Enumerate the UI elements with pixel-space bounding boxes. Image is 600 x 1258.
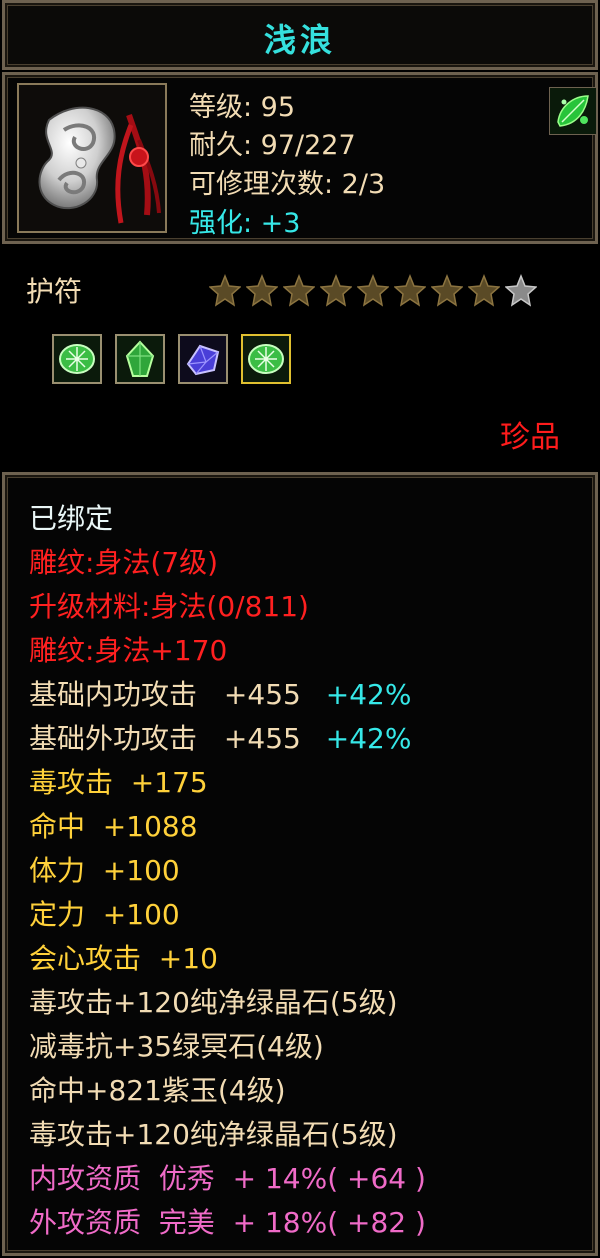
focus-line: 定力 +100 — [29, 898, 180, 931]
base-outer-attack-label: 基础外功攻击 — [29, 722, 198, 755]
filled-star-icon — [282, 273, 316, 308]
bound-status: 已绑定 — [29, 502, 114, 535]
stamina-line: 体力 +100 — [29, 854, 180, 887]
gem-bonus-line-1: 毒攻击+120纯净绿晶石(5级) — [29, 986, 398, 1019]
filled-star-icon — [245, 273, 279, 308]
outer-aptitude-line: 外攻资质 完美 + 18%( +82 ) — [29, 1206, 426, 1239]
purple-jade-gem-icon — [180, 336, 226, 382]
base-outer-attack-line: 基础外功攻击 +455 +42% — [29, 723, 411, 755]
item-name: 浅浪 — [263, 21, 336, 59]
filled-star-icon — [467, 273, 501, 308]
item-durability: 耐久: 97/227 — [189, 130, 356, 161]
attributes-panel: 已绑定 雕纹:身法(7级) 升级材料:身法(0/811) 雕纹:身法+170 基… — [2, 472, 598, 1256]
filled-star-icon — [208, 273, 242, 308]
item-enhance-level: 强化: +3 — [189, 208, 301, 239]
engrave-bonus-line: 雕纹:身法+170 — [29, 634, 228, 667]
gem-bonus-line-4: 毒攻击+120纯净绿晶石(5级) — [29, 1118, 398, 1151]
gem-slot-2[interactable] — [115, 334, 165, 384]
amulet-icon — [19, 85, 165, 231]
item-level: 等级: 95 — [189, 92, 296, 123]
poison-attack-line: 毒攻击 +175 — [29, 766, 208, 799]
gem-bonus-line-3: 命中+821紫玉(4级) — [29, 1074, 286, 1107]
rank-badge — [549, 87, 597, 135]
filled-star-icon — [430, 273, 464, 308]
crit-attack-line: 会心攻击 +10 — [29, 942, 218, 975]
item-icon[interactable] — [17, 83, 167, 233]
item-repair-count: 可修理次数: 2/3 — [189, 169, 386, 200]
base-inner-attack-label: 基础内功攻击 — [29, 678, 198, 711]
engrave-line: 雕纹:身法(7级) — [29, 546, 219, 579]
base-outer-attack-bonus: +42% — [325, 722, 412, 755]
title-bar: 浅浪 — [2, 0, 598, 70]
base-inner-attack-value: +455 — [223, 678, 301, 711]
item-quality: 珍品 — [500, 420, 560, 455]
filled-star-icon — [356, 273, 390, 308]
filled-star-icon — [319, 273, 353, 308]
item-header-panel: 等级: 95 耐久: 97/227 可修理次数: 2/3 强化: +3 — [2, 72, 598, 244]
gem-bonus-line-2: 减毒抗+35绿冥石(4级) — [29, 1030, 324, 1063]
gem-slot-1[interactable] — [52, 334, 102, 384]
green-crystal-gem-icon — [243, 336, 289, 382]
hit-line: 命中 +1088 — [29, 810, 198, 843]
filled-star-icon — [393, 273, 427, 308]
green-jade-gem-icon — [117, 336, 163, 382]
green-leaf-rank-icon — [550, 88, 596, 134]
base-inner-attack-bonus: +42% — [325, 678, 412, 711]
green-crystal-gem-icon — [54, 336, 100, 382]
base-inner-attack-line: 基础内功攻击 +455 +42% — [29, 679, 411, 711]
gem-slot-3[interactable] — [178, 334, 228, 384]
item-type: 护符 — [26, 275, 83, 308]
base-outer-attack-value: +455 — [223, 722, 301, 755]
gem-slot-4[interactable] — [241, 334, 291, 384]
upgrade-material-line: 升级材料:身法(0/811) — [29, 590, 309, 623]
empty-star-icon — [504, 273, 538, 308]
inner-aptitude-line: 内攻资质 优秀 + 14%( +64 ) — [29, 1162, 426, 1195]
